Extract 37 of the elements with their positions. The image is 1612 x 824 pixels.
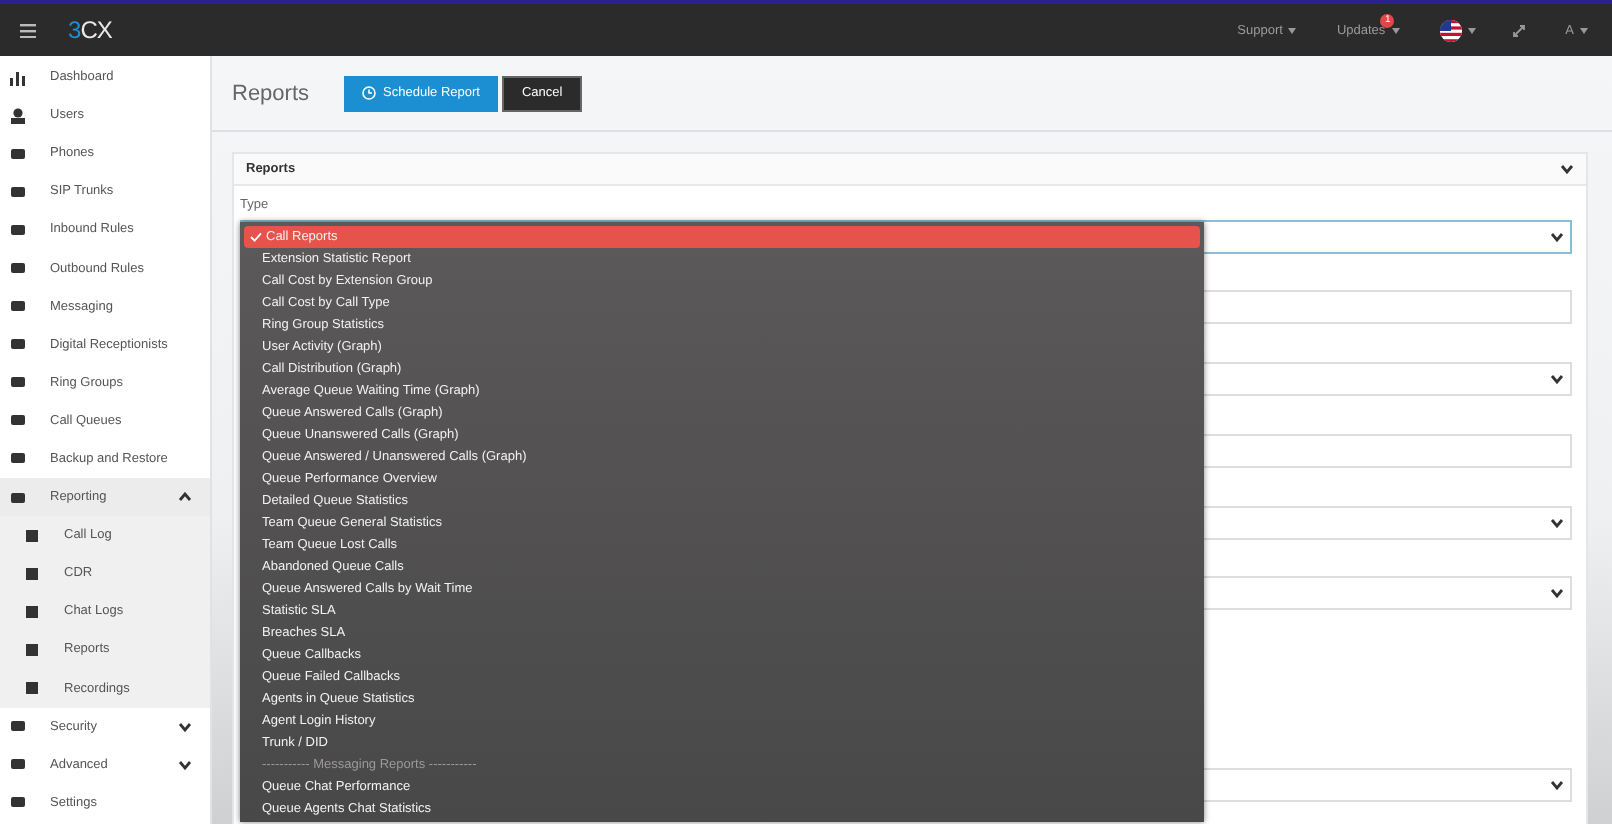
- menu-icon[interactable]: [20, 23, 36, 37]
- menu-item-icon: [10, 756, 26, 773]
- menu-item-icon: [24, 527, 40, 544]
- menu-item-icon: [24, 565, 40, 582]
- menu-item-icon: [10, 145, 26, 162]
- menu-item-icon: [10, 489, 26, 506]
- menu-item-icon: [10, 221, 26, 238]
- menu-item-icon: [10, 794, 26, 811]
- check-icon: [250, 232, 262, 242]
- flag-icon[interactable]: [1439, 19, 1462, 41]
- bar-chart-icon: [10, 69, 26, 86]
- chevron-down-icon: [1550, 518, 1564, 528]
- expand-icon[interactable]: [1511, 23, 1526, 37]
- menu-item-icon: [24, 680, 40, 697]
- menu-item-icon: [24, 603, 40, 620]
- collapse-icon: [1560, 164, 1574, 174]
- chevron-down-icon: [1550, 780, 1564, 790]
- page-title: Reports: [232, 81, 310, 105]
- menu-item-icon: [10, 412, 26, 429]
- caret-icon: [1288, 27, 1297, 33]
- menu-item-icon: [10, 336, 26, 353]
- menu-item-icon: [10, 260, 26, 277]
- caret-icon: [1580, 27, 1588, 33]
- chevron-down-icon: [1550, 588, 1564, 598]
- menu-item-icon: [10, 298, 26, 315]
- user-icon: [10, 107, 26, 124]
- logo[interactable]: 3CX: [68, 16, 112, 44]
- caret-icon: [1391, 27, 1400, 33]
- menu-item-icon: [10, 450, 26, 467]
- menu-item-icon: [10, 374, 26, 391]
- menu-item-icon: [24, 641, 40, 658]
- caret-icon: [1467, 27, 1476, 33]
- chevron-down-icon: [1550, 232, 1564, 242]
- menu-item-icon: [10, 183, 26, 200]
- clock-icon: [361, 86, 376, 100]
- menu-item-icon: [10, 718, 26, 735]
- chevron-down-icon: [1550, 374, 1564, 384]
